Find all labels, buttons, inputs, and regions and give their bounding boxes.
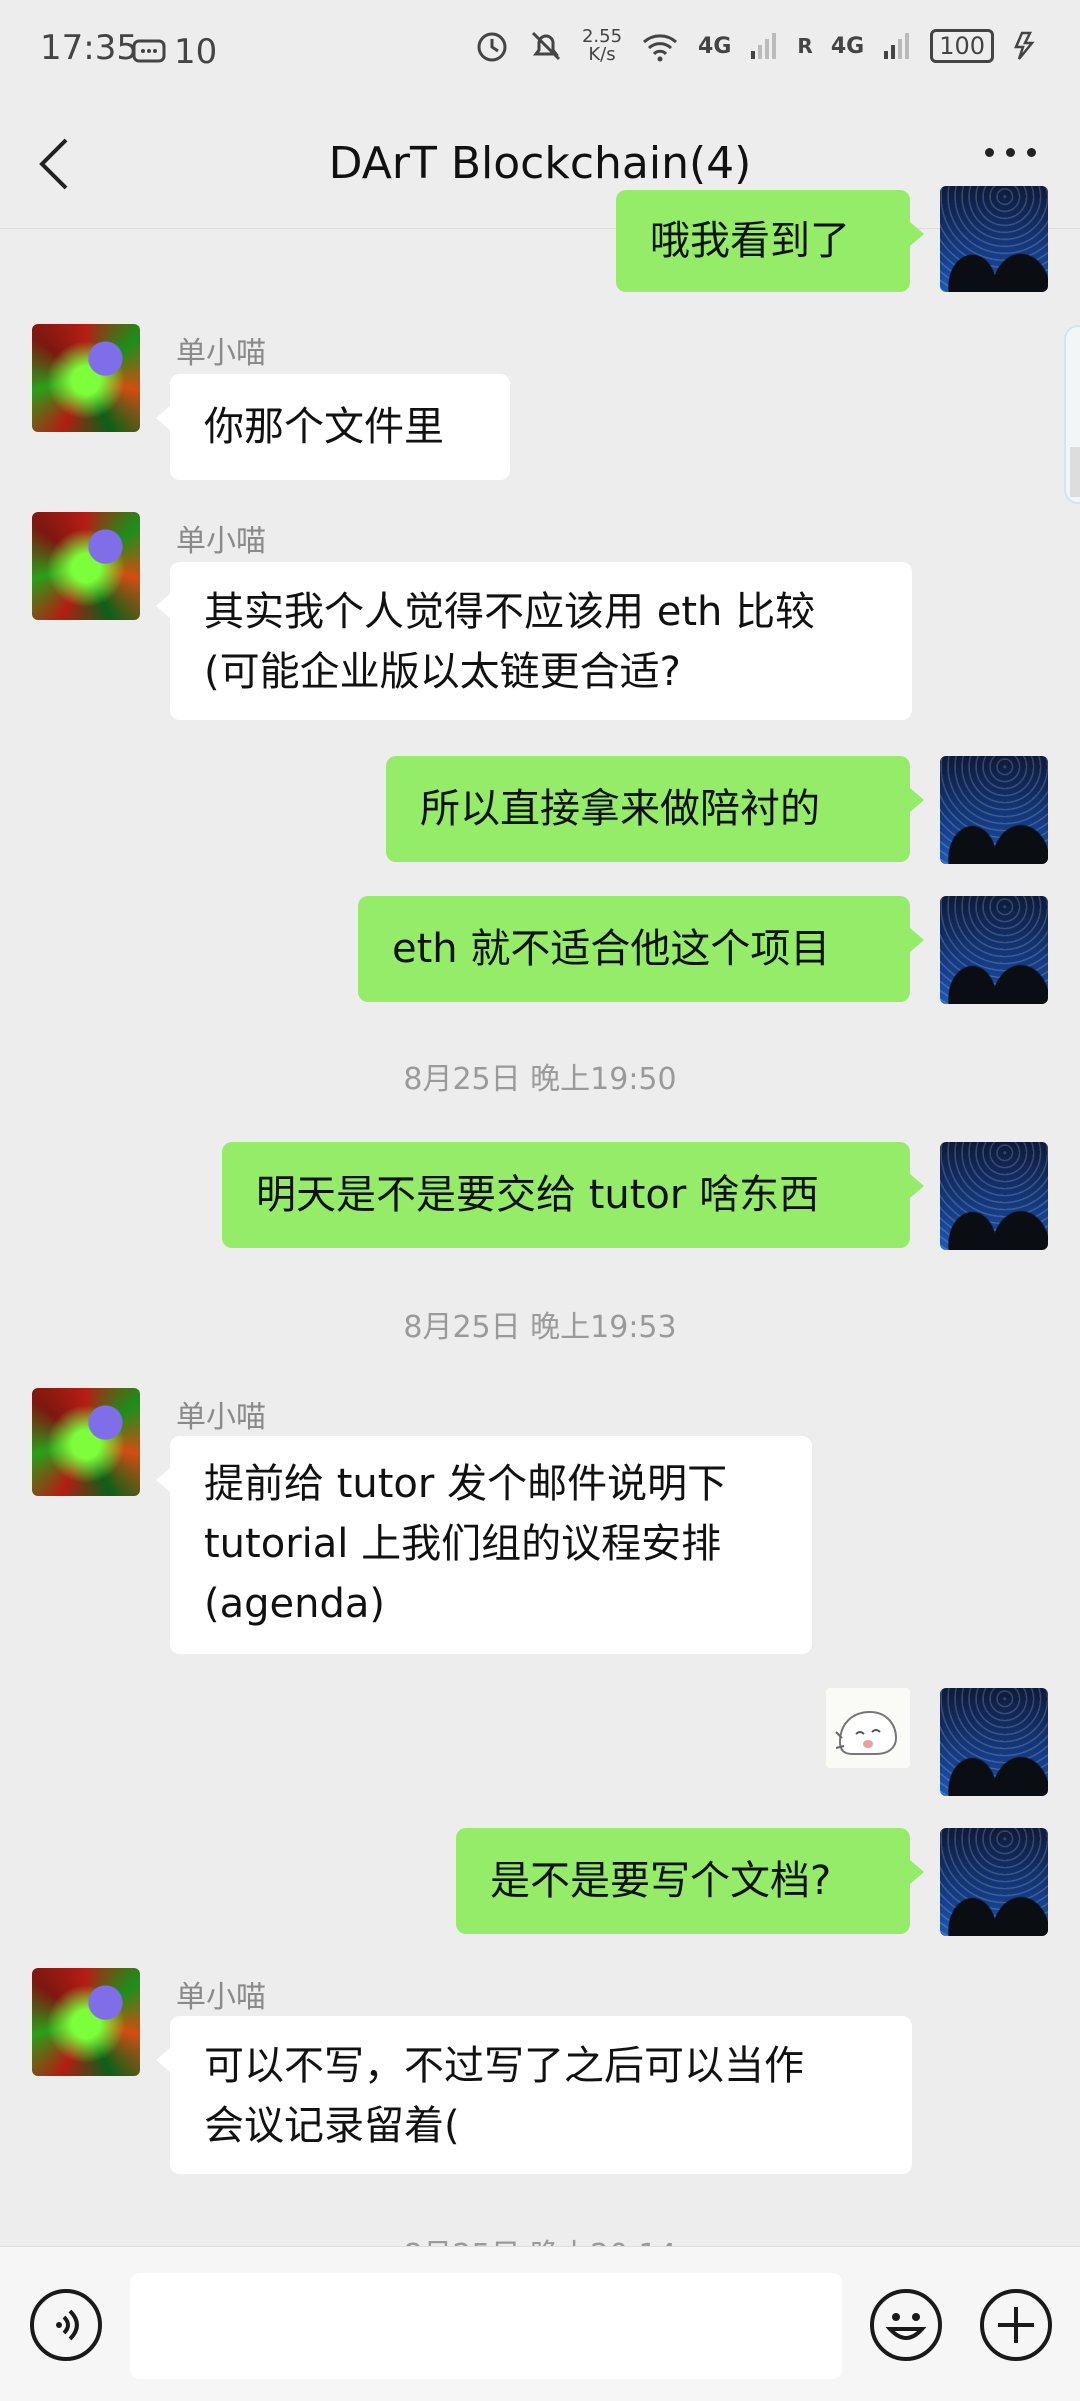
self-avatar[interactable]: [940, 1828, 1048, 1936]
more-dot: [985, 148, 994, 157]
signal-1-icon: [751, 33, 777, 59]
battery-indicator: 100: [930, 29, 994, 63]
input-bar: [0, 2246, 1080, 2401]
more-dot: [1027, 148, 1036, 157]
emoji-glyph: [885, 2313, 927, 2340]
incoming-message[interactable]: 你那个文件里: [156, 374, 510, 480]
timestamp: 8月25日 晚上19:50: [403, 1062, 677, 1097]
sticker-icon: [835, 1710, 898, 1755]
message-notification-icon: [132, 39, 166, 63]
outgoing-message[interactable]: 所以直接拿来做陪衬的: [386, 756, 924, 862]
peer-avatar[interactable]: [32, 512, 140, 620]
sender-name: 单小喵: [176, 524, 266, 559]
self-avatar[interactable]: [940, 896, 1048, 1004]
outgoing-message[interactable]: 是不是要写个文档?: [456, 1828, 924, 1934]
more-icon[interactable]: [985, 148, 1036, 157]
voice-glyph: [56, 2309, 79, 2341]
peer-avatar[interactable]: [32, 324, 140, 432]
incoming-message[interactable]: 其实我个人觉得不应该用 eth 比较 (可能企业版以太链更合适?: [156, 562, 912, 720]
status-left-icons: 10: [132, 32, 217, 72]
sender-name: 单小喵: [176, 336, 266, 371]
status-right-icons: 2.55 K/s 4G R 4G 100: [474, 28, 1040, 64]
plus-glyph: [998, 2307, 1034, 2343]
sticker-message[interactable]: [826, 1688, 910, 1768]
floating-scroll-handle[interactable]: [1064, 325, 1080, 504]
outgoing-message[interactable]: 明天是不是要交给 tutor 啥东西: [222, 1142, 924, 1248]
status-bar: 17:35 10 2.55 K/s 4G R 4G 100: [0, 0, 1080, 100]
message-input[interactable]: [130, 2273, 842, 2379]
outgoing-message[interactable]: eth 就不适合他这个项目: [358, 896, 924, 1002]
wifi-icon: [643, 34, 678, 62]
emoji-icon[interactable]: [870, 2289, 942, 2361]
network-speed-unit: K/s: [588, 44, 616, 65]
incoming-message[interactable]: 提前给 tutor 发个邮件说明下 tutorial 上我们组的议程安排 (ag…: [156, 1436, 812, 1654]
notification-count: 10: [174, 32, 218, 72]
timestamp: 8月25日 晚上19:53: [403, 1310, 677, 1345]
outgoing-message[interactable]: 哦我看到了: [616, 190, 924, 292]
alarm-icon: [477, 32, 507, 62]
self-avatar[interactable]: [940, 1688, 1048, 1796]
chat-header: DArT Blockchain(4): [0, 100, 1080, 229]
peer-avatar[interactable]: [32, 1388, 140, 1496]
scroll-handle-tab: [1070, 447, 1080, 497]
charging-icon: [1014, 31, 1035, 60]
signal-2-label: 4G: [830, 33, 865, 59]
roaming-label: R: [797, 34, 813, 58]
more-dot: [1006, 148, 1015, 157]
self-avatar[interactable]: [940, 1142, 1048, 1250]
voice-icon[interactable]: [30, 2289, 102, 2361]
self-avatar[interactable]: [940, 186, 1048, 292]
sender-name: 单小喵: [176, 1400, 266, 1435]
status-time: 17:35: [40, 28, 138, 68]
chat-title: DArT Blockchain(4): [328, 138, 752, 189]
sender-name: 单小喵: [176, 1980, 266, 2015]
signal-1-label: 4G: [698, 33, 732, 59]
peer-avatar[interactable]: [32, 1968, 140, 2076]
incoming-message[interactable]: 可以不写，不过写了之后可以当作 会议记录留着(: [156, 2016, 912, 2174]
self-avatar[interactable]: [940, 756, 1048, 864]
plus-icon[interactable]: [980, 2289, 1052, 2361]
mute-icon: [531, 31, 561, 61]
signal-2-icon: [884, 33, 910, 59]
network-speed: 2.55 K/s: [582, 28, 622, 64]
